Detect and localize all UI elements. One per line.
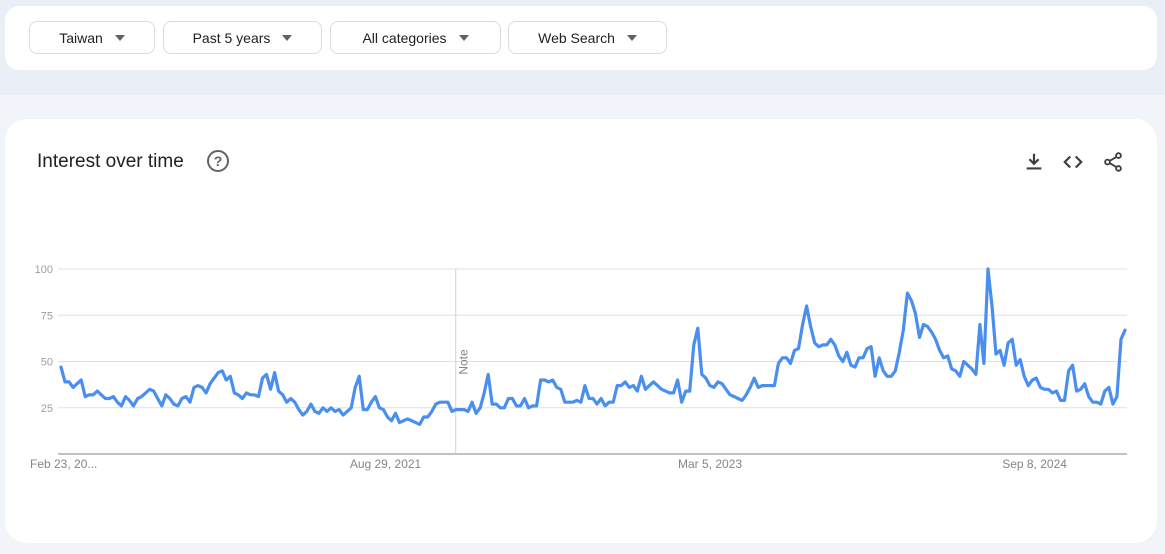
y-tick-label: 100 xyxy=(35,264,53,276)
y-tick-label: 25 xyxy=(41,403,53,415)
x-tick-label: Aug 29, 2021 xyxy=(350,457,422,471)
series-line-interest[interactable] xyxy=(59,267,1127,426)
x-tick-label: Sep 8, 2024 xyxy=(1002,457,1067,471)
x-tick-label: Feb 23, 20... xyxy=(30,457,97,471)
y-tick-label: 50 xyxy=(41,357,53,369)
line-chart: 25 50 75 100 Feb 23, 20... Aug 29, 2021 Mar 5,… xyxy=(30,264,1127,471)
x-tick-label: Mar 5, 2023 xyxy=(678,457,742,471)
y-tick-label: 75 xyxy=(41,310,53,322)
note-label[interactable]: Note xyxy=(457,349,471,375)
